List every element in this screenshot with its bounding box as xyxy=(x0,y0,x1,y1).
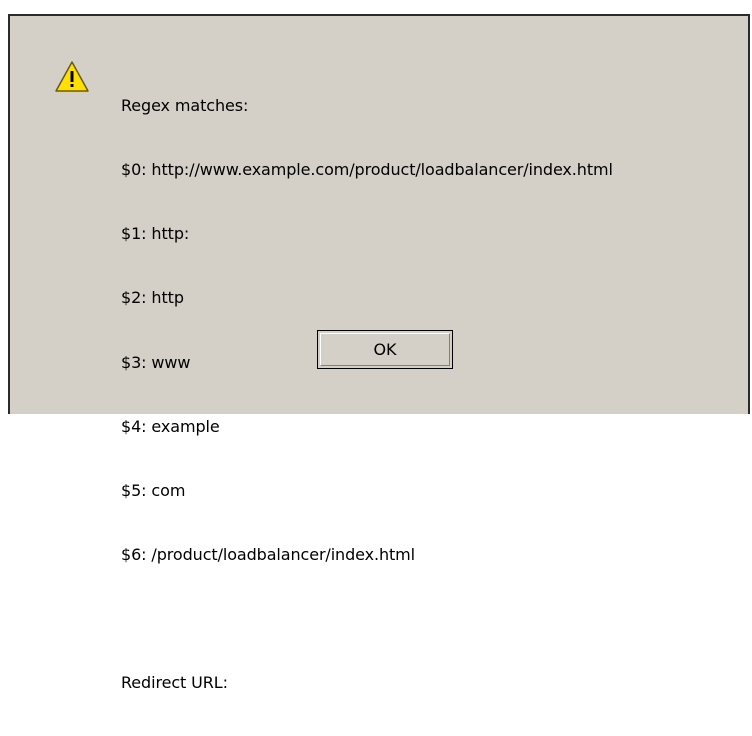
message-dialog: Regex matches: $0: http://www.example.co… xyxy=(8,14,750,692)
message-line-match-0: $0: http://www.example.com/product/loadb… xyxy=(121,160,613,180)
message-line-heading: Regex matches: xyxy=(121,95,249,115)
ok-button-label: OK xyxy=(320,333,450,366)
ok-button[interactable]: OK xyxy=(317,330,453,369)
message-line-match-2: $2: http xyxy=(121,288,184,308)
message-line-match-6: $6: /product/loadbalancer/index.html xyxy=(121,545,416,565)
message-line-match-4: $4: example xyxy=(121,416,220,436)
redirect-url-label: Redirect URL: xyxy=(121,673,228,693)
message-line-match-5: $5: com xyxy=(121,481,186,501)
message-line-match-1: $1: http: xyxy=(121,224,190,244)
dialog-message: Regex matches: $0: http://www.example.co… xyxy=(121,52,613,736)
message-spacer xyxy=(121,608,613,629)
warning-icon xyxy=(55,61,89,92)
